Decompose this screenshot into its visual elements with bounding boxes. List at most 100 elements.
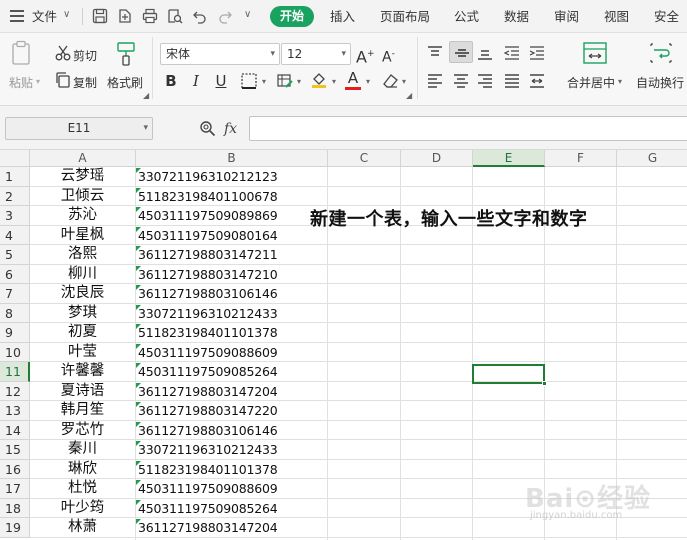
function-icon[interactable]: fx xyxy=(224,121,237,137)
cell-name[interactable]: 柳川 xyxy=(30,265,135,285)
paste-button[interactable]: 粘贴 xyxy=(9,74,33,91)
row-header[interactable]: 3 xyxy=(0,206,30,226)
font-color-dropdown-icon[interactable]: ▾ xyxy=(366,77,370,86)
eraser-dropdown-icon[interactable]: ▾ xyxy=(402,77,406,86)
column-header-g[interactable]: G xyxy=(617,150,687,167)
cell-id-number[interactable]: 450311197509085264 xyxy=(136,499,326,519)
fill-color-icon[interactable] xyxy=(310,70,328,88)
column-header-e[interactable]: E xyxy=(473,150,545,167)
cell-name[interactable]: 苏沁 xyxy=(30,206,135,226)
cell-id-number[interactable]: 511823198401101378 xyxy=(136,460,326,480)
justify-icon[interactable] xyxy=(503,72,521,90)
name-box[interactable]: E11 ▾ xyxy=(5,117,153,140)
file-menu[interactable]: 文件 xyxy=(32,0,57,33)
cell-id-number[interactable]: 361127198803147220 xyxy=(136,401,326,421)
hamburger-icon[interactable] xyxy=(10,10,24,22)
font-name-select[interactable]: 宋体 ▾ xyxy=(160,43,280,65)
cut-button[interactable]: 剪切 xyxy=(73,47,97,64)
cell-name[interactable]: 梦琪 xyxy=(30,304,135,324)
row-header[interactable]: 7 xyxy=(0,284,30,304)
print-preview-icon[interactable] xyxy=(167,8,183,24)
row-header[interactable]: 1 xyxy=(0,167,30,187)
cell-name[interactable]: 夏诗语 xyxy=(30,382,135,402)
merge-center-button[interactable]: 合并居中 xyxy=(567,74,615,91)
cell-id-number[interactable]: 361127198803147204 xyxy=(136,518,326,538)
row-header[interactable]: 15 xyxy=(0,440,30,460)
cell-id-number[interactable]: 450311197509089869 xyxy=(136,206,326,226)
cell-name[interactable]: 叶星枫 xyxy=(30,226,135,246)
export-icon[interactable] xyxy=(117,8,133,24)
row-header[interactable]: 2 xyxy=(0,186,30,206)
column-header-f[interactable]: F xyxy=(545,150,617,167)
select-all-corner[interactable] xyxy=(0,150,30,167)
align-bottom-icon[interactable] xyxy=(476,44,494,62)
quick-access-dropdown-icon[interactable]: ∨ xyxy=(244,9,251,20)
tab-page-layout[interactable]: 页面布局 xyxy=(380,0,430,33)
dialog-launcher-icon[interactable]: ◢ xyxy=(143,91,149,100)
column-header-c[interactable]: C xyxy=(328,150,401,167)
cell-name[interactable]: 叶莹 xyxy=(30,343,135,363)
decrease-indent-icon[interactable] xyxy=(503,44,521,62)
tab-formulas[interactable]: 公式 xyxy=(454,0,479,33)
column-header-b[interactable]: B xyxy=(136,150,328,167)
tab-insert[interactable]: 插入 xyxy=(330,0,355,33)
row-header[interactable]: 17 xyxy=(0,479,30,499)
eraser-icon[interactable] xyxy=(381,72,399,90)
border-icon[interactable] xyxy=(240,72,258,90)
row-header[interactable]: 12 xyxy=(0,381,30,401)
border-dropdown-icon[interactable]: ▾ xyxy=(262,77,266,86)
cell-id-number[interactable]: 361127198803106146 xyxy=(136,421,326,441)
decrease-font-size-icon[interactable]: A- xyxy=(382,45,395,67)
cell-id-number[interactable]: 450311197509080164 xyxy=(136,226,326,246)
fill-handle[interactable] xyxy=(542,381,547,386)
merge-dropdown-icon[interactable]: ▾ xyxy=(618,77,622,86)
cell-id-number[interactable]: 330721196310212433 xyxy=(136,304,326,324)
cell-name[interactable]: 林萧 xyxy=(30,518,135,538)
align-right-icon[interactable] xyxy=(476,72,494,90)
cell-name[interactable]: 初夏 xyxy=(30,323,135,343)
increase-font-size-icon[interactable]: A+ xyxy=(356,45,375,66)
cell-id-number[interactable]: 361127198803147204 xyxy=(136,382,326,402)
column-header-d[interactable]: D xyxy=(401,150,473,167)
wrap-text-button[interactable]: 自动换行 xyxy=(636,74,684,91)
cell-style-dropdown-icon[interactable]: ▾ xyxy=(297,77,301,86)
cell-id-number[interactable]: 361127198803147211 xyxy=(136,245,326,265)
increase-indent-icon[interactable] xyxy=(528,44,546,62)
row-header[interactable]: 6 xyxy=(0,264,30,284)
row-header[interactable]: 10 xyxy=(0,342,30,362)
row-header[interactable]: 13 xyxy=(0,401,30,421)
italic-icon[interactable]: I xyxy=(188,72,204,90)
paste-dropdown-icon[interactable]: ▾ xyxy=(36,77,40,86)
cell-name[interactable]: 卫倾云 xyxy=(30,187,135,207)
cell-name[interactable]: 琳欣 xyxy=(30,460,135,480)
row-header[interactable]: 4 xyxy=(0,225,30,245)
row-header[interactable]: 9 xyxy=(0,323,30,343)
font-size-select[interactable]: 12 ▾ xyxy=(281,43,351,65)
fill-color-dropdown-icon[interactable]: ▾ xyxy=(332,77,336,86)
format-painter-button[interactable]: 格式刷 xyxy=(107,74,143,91)
cell-name[interactable]: 许馨馨 xyxy=(30,362,135,382)
paste-icon[interactable] xyxy=(11,40,33,66)
tab-data[interactable]: 数据 xyxy=(504,0,529,33)
tab-review[interactable]: 审阅 xyxy=(554,0,579,33)
align-center-icon[interactable] xyxy=(452,72,470,90)
cell-style-icon[interactable] xyxy=(276,72,294,90)
spreadsheet-grid[interactable]: A B C D E F G 1 云梦瑶 330721196310212123 2 卫倾云… xyxy=(0,150,687,540)
align-middle-button[interactable] xyxy=(449,41,473,63)
row-header[interactable]: 8 xyxy=(0,303,30,323)
row-header[interactable]: 11 xyxy=(0,362,30,382)
distributed-align-icon[interactable] xyxy=(528,72,546,90)
formula-input[interactable] xyxy=(249,116,687,141)
align-top-icon[interactable] xyxy=(426,44,444,62)
print-icon[interactable] xyxy=(142,8,158,24)
underline-icon[interactable]: U xyxy=(213,72,229,90)
cell-id-number[interactable]: 361127198803106146 xyxy=(136,284,326,304)
cell-id-number[interactable]: 511823198401101378 xyxy=(136,323,326,343)
cell-name[interactable]: 叶少筠 xyxy=(30,499,135,519)
bold-icon[interactable]: B xyxy=(163,72,179,90)
tab-start[interactable]: 开始 xyxy=(270,6,314,27)
align-left-icon[interactable] xyxy=(426,72,444,90)
dialog-launcher-icon[interactable]: ◢ xyxy=(406,91,412,100)
cell-name[interactable]: 沈良辰 xyxy=(30,284,135,304)
save-icon[interactable] xyxy=(92,8,108,24)
